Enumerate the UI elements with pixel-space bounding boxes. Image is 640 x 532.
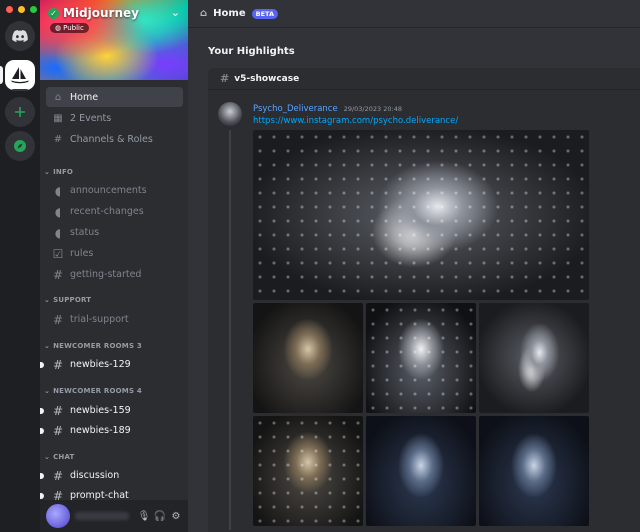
image-attachment[interactable] xyxy=(366,303,476,413)
channel-recent-changes[interactable]: ◖ recent-changes xyxy=(46,202,183,221)
megaphone-icon: ◖ xyxy=(54,204,62,219)
channel-discussion[interactable]: # discussion xyxy=(40,466,183,485)
highlight-channel-header[interactable]: # v5-showcase xyxy=(208,68,640,90)
nav-home[interactable]: ⌂ Home xyxy=(46,87,183,107)
image-attachment[interactable] xyxy=(253,303,363,413)
unread-indicator xyxy=(40,408,44,414)
add-server-button[interactable] xyxy=(5,97,35,127)
close-window-button[interactable] xyxy=(6,6,13,13)
megaphone-icon: ◖ xyxy=(54,183,62,198)
explore-icon xyxy=(14,140,26,152)
category-support[interactable]: ⌄ SUPPORT xyxy=(44,296,91,304)
image-attachment[interactable] xyxy=(366,416,476,526)
globe-icon: ◍ xyxy=(55,24,62,32)
image-attachment[interactable] xyxy=(253,416,363,526)
message-timestamp: 29/03/2023 20:48 xyxy=(343,105,402,113)
user-settings-button[interactable]: ⚙ xyxy=(168,508,184,524)
channel-newbies-129[interactable]: # newbies-129 xyxy=(40,355,183,374)
maximize-window-button[interactable] xyxy=(30,6,37,13)
chevron-down-icon[interactable]: ⌄ xyxy=(171,6,180,19)
discord-window: ✓ Midjourney ⌄ ◍ Public ⌂ Home ▦ 2 Event… xyxy=(0,0,640,532)
unread-indicator xyxy=(40,362,44,368)
unread-indicator xyxy=(40,473,44,479)
server-midjourney[interactable] xyxy=(5,60,35,90)
channel-newbies-159[interactable]: # newbies-159 xyxy=(40,401,183,420)
direct-messages-button[interactable] xyxy=(5,21,35,51)
message-header: Psycho_Deliverance 29/03/2023 20:48 xyxy=(253,104,402,114)
highlights-title: Your Highlights xyxy=(208,46,295,57)
highlight-card: # v5-showcase Psycho_Deliverance 29/03/2… xyxy=(208,68,640,532)
channel-status[interactable]: ◖ status xyxy=(46,223,183,242)
chevron-down-icon: ⌄ xyxy=(44,387,51,395)
avatar[interactable] xyxy=(46,504,70,528)
home-icon: ⌂ xyxy=(200,8,208,19)
add-server-icon xyxy=(15,107,25,117)
mute-button[interactable]: 🎙 xyxy=(136,508,152,524)
channel-sidebar: ✓ Midjourney ⌄ ◍ Public ⌂ Home ▦ 2 Event… xyxy=(40,0,188,532)
rail-separator xyxy=(12,89,28,91)
server-header[interactable]: ✓ Midjourney xyxy=(48,6,139,20)
checkbox-icon: ☑ xyxy=(52,246,64,261)
channel-newbies-189[interactable]: # newbies-189 xyxy=(40,421,183,440)
midjourney-icon xyxy=(11,67,29,84)
channel-announcements[interactable]: ◖ announcements xyxy=(46,181,183,200)
thread-line xyxy=(229,130,231,530)
hash-icon: # xyxy=(220,72,230,85)
server-name: Midjourney xyxy=(63,6,139,20)
chevron-down-icon: ⌄ xyxy=(44,168,51,176)
verified-icon: ✓ xyxy=(48,7,59,19)
headphones-icon: 🎧 xyxy=(153,510,167,522)
category-newcomer-rooms-3[interactable]: ⌄ NEWCOMER ROOMS 3 xyxy=(44,342,142,350)
main-content: ⌂ Home BETA Your Highlights # v5-showcas… xyxy=(188,0,640,532)
message-author[interactable]: Psycho_Deliverance xyxy=(253,104,338,114)
chevron-down-icon: ⌄ xyxy=(44,342,51,350)
deafen-button[interactable]: 🎧 xyxy=(152,508,168,524)
calendar-icon: ▦ xyxy=(53,112,63,124)
explore-servers-button[interactable] xyxy=(5,131,35,161)
avatar[interactable] xyxy=(218,102,242,126)
channel-getting-started[interactable]: # getting-started xyxy=(46,265,183,284)
beta-badge: BETA xyxy=(251,8,278,19)
discord-icon xyxy=(12,30,28,42)
chevron-down-icon: ⌄ xyxy=(44,453,51,461)
hash-icon: # xyxy=(52,403,64,418)
public-badge: ◍ Public xyxy=(50,23,89,33)
channel-rules[interactable]: ☑ rules xyxy=(46,244,183,263)
message-link[interactable]: https://www.instagram.com/psycho.deliver… xyxy=(253,116,458,126)
hash-icon: # xyxy=(52,423,64,438)
home-icon: ⌂ xyxy=(54,91,62,103)
image-attachment-main[interactable] xyxy=(253,130,589,300)
top-bar: ⌂ Home BETA xyxy=(188,0,640,28)
channel-trial-support[interactable]: # trial-support xyxy=(46,310,183,329)
nav-channels-roles[interactable]: # Channels & Roles xyxy=(46,129,183,149)
nav-events[interactable]: ▦ 2 Events xyxy=(46,108,183,128)
page-title: Home xyxy=(213,8,246,19)
server-banner[interactable]: ✓ Midjourney ⌄ ◍ Public xyxy=(40,0,188,80)
server-rail xyxy=(0,0,40,532)
window-controls xyxy=(6,6,37,13)
hash-icon: # xyxy=(52,267,64,282)
chevron-down-icon: ⌄ xyxy=(44,296,51,304)
megaphone-icon: ◖ xyxy=(54,225,62,240)
unread-indicator xyxy=(40,493,44,499)
hash-icon: # xyxy=(52,312,64,327)
hash-icon: # xyxy=(52,357,64,372)
user-panel: 🎙 🎧 ⚙ xyxy=(40,500,188,532)
image-attachment[interactable] xyxy=(479,416,589,526)
highlight-channel-name: v5-showcase xyxy=(234,73,300,84)
category-chat[interactable]: ⌄ CHAT xyxy=(44,453,75,461)
microphone-icon: 🎙 xyxy=(137,510,151,522)
hash-icon: # xyxy=(52,468,64,483)
unread-indicator xyxy=(40,428,44,434)
gear-icon: ⚙ xyxy=(171,510,181,522)
image-attachment[interactable] xyxy=(479,303,589,413)
channels-icon: # xyxy=(53,133,63,145)
category-newcomer-rooms-4[interactable]: ⌄ NEWCOMER ROOMS 4 xyxy=(44,387,142,395)
selected-server-indicator xyxy=(0,66,3,84)
minimize-window-button[interactable] xyxy=(18,6,25,13)
category-info[interactable]: ⌄ INFO xyxy=(44,168,73,176)
username-redacted xyxy=(75,512,129,520)
